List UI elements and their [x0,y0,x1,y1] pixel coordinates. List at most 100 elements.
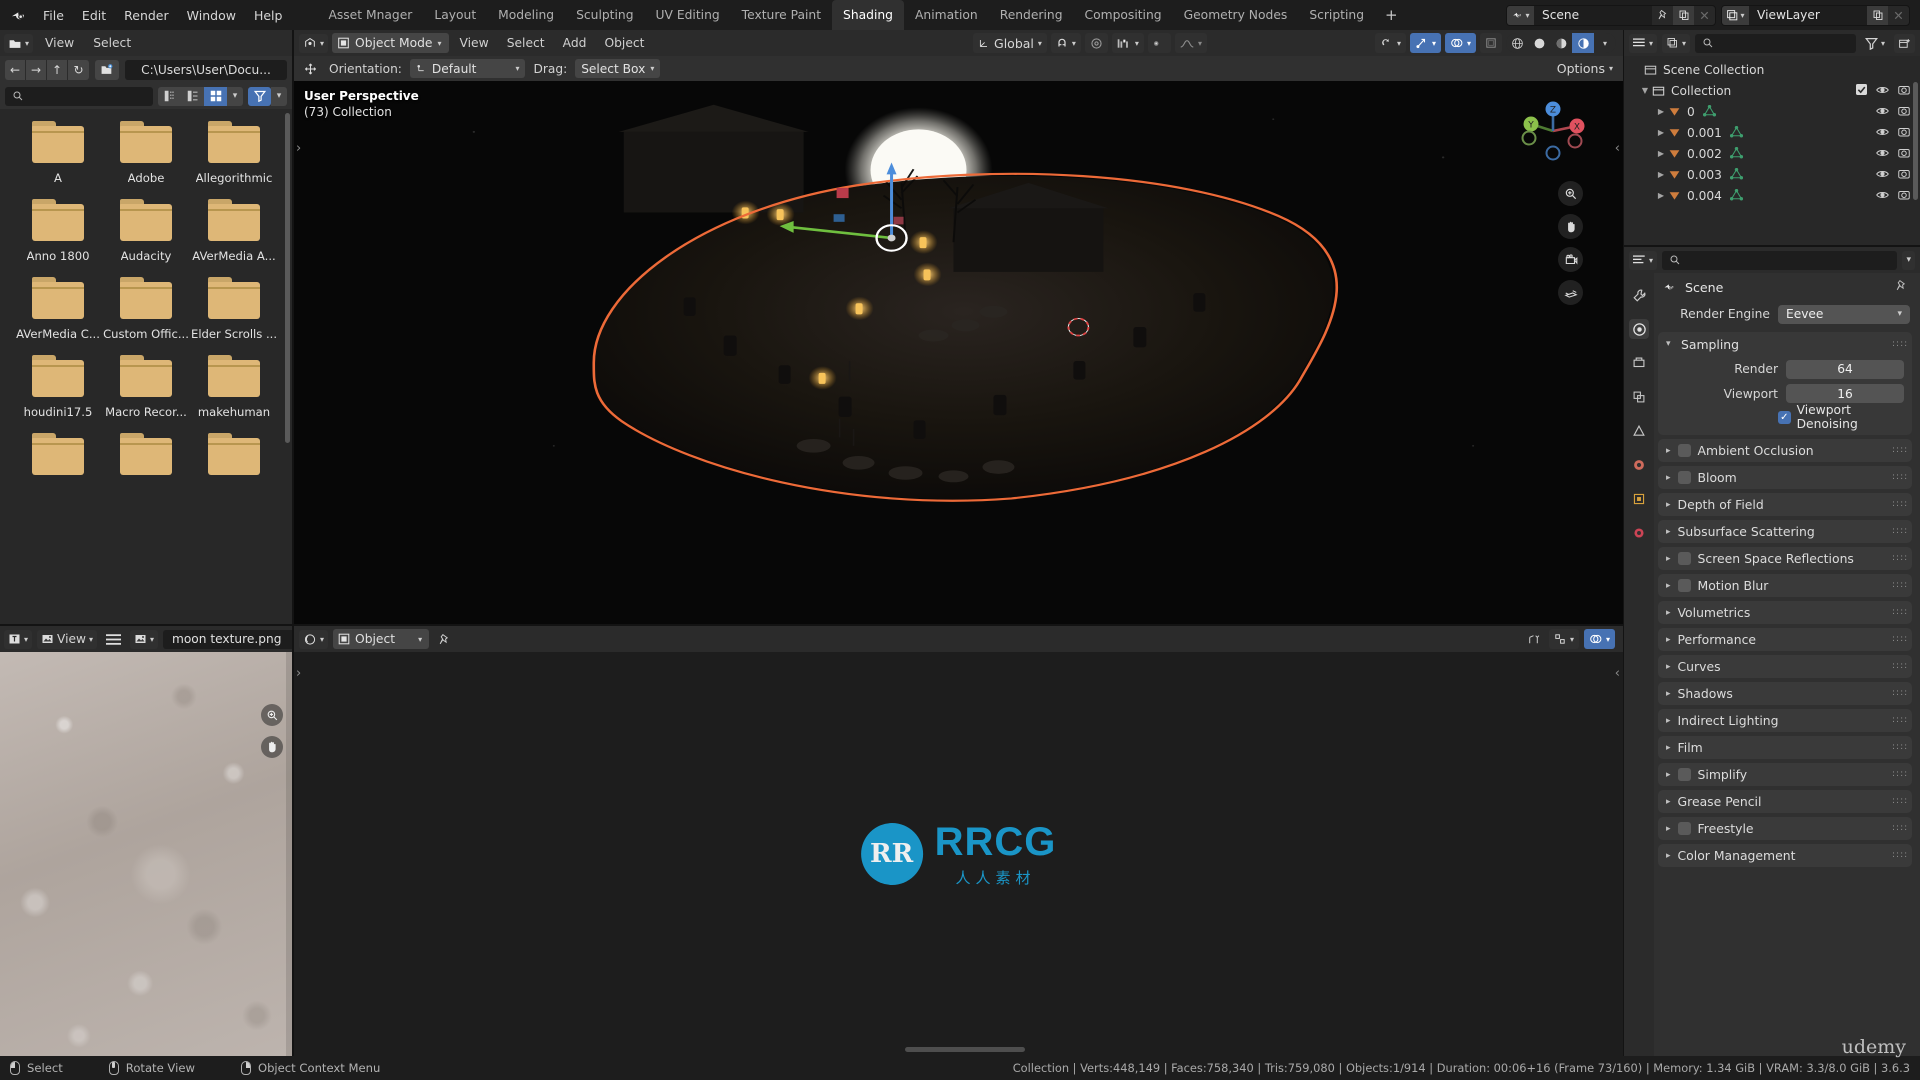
workspace-tab-shading[interactable]: Shading [832,0,904,30]
viewport-options-button[interactable]: Options ▾ [1557,61,1617,76]
file-search-input[interactable] [5,86,153,106]
properties-search-input[interactable] [1662,250,1898,270]
image-view-mode-button[interactable]: View ▾ [37,629,97,649]
filter-icon[interactable] [248,86,271,106]
viewport-left-panel-toggle[interactable]: › [296,141,301,156]
scene-selector[interactable]: ▾ Scene ✕ [1506,4,1716,26]
panel-depth-of-field[interactable]: ▸ Depth of Field :::: [1658,493,1912,516]
shader-right-panel-toggle[interactable]: ‹ [1615,666,1620,681]
panel-ambient-occlusion[interactable]: ▸ Ambient Occlusion :::: [1658,439,1912,462]
close-icon[interactable]: ✕ [1694,6,1715,25]
mesh-data-icon[interactable] [1702,105,1716,118]
outliner-display-mode-button[interactable]: ▾ [1662,33,1691,53]
mesh-data-icon[interactable] [1729,168,1743,181]
workspace-tab-animation[interactable]: Animation [904,0,989,30]
filter-icon[interactable]: ▾ [1861,34,1889,53]
outliner-row-object-0[interactable]: ▶ 0 [1624,101,1920,122]
panel-performance[interactable]: ▸ Performance :::: [1658,628,1912,651]
panel-volumetrics[interactable]: ▸ Volumetrics :::: [1658,601,1912,624]
properties-tab-material[interactable] [1629,523,1649,543]
panel-motion-blur[interactable]: ▸ Motion Blur :::: [1658,574,1912,597]
menu-icon[interactable] [102,630,125,649]
drag-handle-icon[interactable]: :::: [1892,554,1907,563]
mesh-data-icon[interactable] [1729,189,1743,202]
drag-dropdown[interactable]: Select Box ▾ [575,59,661,78]
shading-material-preview-icon[interactable] [1550,33,1572,53]
expander[interactable]: ▶ [1654,128,1668,137]
workspace-tab-scripting[interactable]: Scripting [1298,0,1375,30]
workspace-tab-sculpting[interactable]: Sculpting [565,0,644,30]
checkbox-icon[interactable] [1677,822,1691,835]
zoom-icon[interactable] [1558,181,1583,206]
visibility-eye-icon[interactable] [1876,105,1889,119]
workspace-tab-texture-paint[interactable]: Texture Paint [731,0,832,30]
xray-icon[interactable] [1480,33,1502,53]
file-item[interactable]: Custom Offic... [102,277,190,341]
drag-handle-icon[interactable]: :::: [1892,527,1907,536]
display-mode-vertical-list-icon[interactable] [158,86,181,106]
properties-tab-world[interactable] [1629,455,1649,475]
drag-handle-icon[interactable]: :::: [1892,689,1907,698]
panel-curves[interactable]: ▸ Curves :::: [1658,655,1912,678]
snap-icon[interactable] [1523,630,1544,649]
panel-simplify[interactable]: ▸ Simplify :::: [1658,763,1912,786]
file-path-input[interactable]: C:\Users\User\Docu... [125,59,287,80]
expander[interactable]: ▶ [1654,191,1668,200]
menu-window[interactable]: Window [178,5,245,26]
checkbox-icon[interactable] [1677,444,1691,457]
overlays-icon[interactable]: ▾ [1583,629,1615,649]
viewport-menu-add[interactable]: Add [556,36,594,50]
blender-logo-icon[interactable] [6,4,28,26]
navigation-gizmo[interactable]: X Y Z [1517,95,1589,167]
3d-viewport[interactable]: User Perspective (73) Collection › ‹ X Y… [294,81,1623,624]
render-camera-icon[interactable] [1898,147,1910,161]
transform-orientation-dropdown[interactable]: Global ▾ [973,33,1047,53]
falloff-shape-icon[interactable]: ▾ [1174,33,1207,53]
add-workspace-button[interactable]: + [1375,2,1408,28]
workspace-tab-asset-manager[interactable]: Asset Mnager [317,0,423,30]
browse-image-icon[interactable]: ▾ [129,629,158,649]
checkbox-icon[interactable]: ✓ [1778,410,1791,424]
expander[interactable]: ▶ [1654,107,1668,116]
shader-left-panel-toggle[interactable]: › [296,666,301,681]
shader-node-canvas[interactable]: › ‹ RR RRCG 人人素材 [294,652,1623,1056]
file-item[interactable]: AVerMedia A... [190,199,278,263]
outliner-editor-type-button[interactable]: ▾ [1629,33,1658,53]
checkbox-icon[interactable] [1677,471,1691,484]
outliner-tree[interactable]: Scene Collection ▼ Collection ▶ 0 ▶ 0.00… [1624,56,1920,245]
proportional-edit-icon[interactable] [1084,33,1108,53]
image-name-field[interactable]: moon texture.png [162,629,313,649]
new-collection-icon[interactable] [1894,33,1915,53]
shading-solid-icon[interactable] [1528,33,1550,53]
interaction-mode-dropdown[interactable]: Object Mode ▾ [332,33,449,53]
pin-icon[interactable] [1652,6,1673,25]
file-item[interactable]: Anno 1800 [14,199,102,263]
workspace-tab-compositing[interactable]: Compositing [1074,0,1173,30]
pin-icon[interactable] [434,630,455,649]
close-icon[interactable]: ✕ [1888,6,1909,25]
file-item[interactable]: AVerMedia C... [14,277,102,341]
panel-shadows[interactable]: ▸ Shadows :::: [1658,682,1912,705]
panel-grease-pencil[interactable]: ▸ Grease Pencil :::: [1658,790,1912,813]
drag-handle-icon[interactable]: :::: [1892,581,1907,590]
render-camera-icon[interactable] [1898,84,1910,98]
orientation-dropdown[interactable]: Default ▾ [409,59,526,78]
proportional-falloff-dropdown[interactable]: ▾ [1111,33,1144,53]
viewport-menu-select[interactable]: Select [500,36,552,50]
file-item[interactable]: Adobe [102,121,190,185]
workspace-tab-rendering[interactable]: Rendering [989,0,1074,30]
sampling-viewport-input[interactable]: 16 [1786,384,1904,403]
file-item[interactable]: Allegorithmic [190,121,278,185]
image-editor-canvas[interactable] [0,652,292,1056]
expander[interactable]: ▶ [1654,149,1668,158]
falloff-curve-icon[interactable] [1147,33,1171,53]
menu-help[interactable]: Help [245,5,292,26]
nav-refresh-button[interactable]: ↻ [68,60,89,80]
workspace-tab-modeling[interactable]: Modeling [487,0,565,30]
drag-handle-icon[interactable]: :::: [1892,770,1907,779]
duplicate-icon[interactable] [1673,5,1694,25]
file-item[interactable] [102,433,190,475]
visibility-icon[interactable]: ▾ [1374,33,1406,53]
shading-wireframe-icon[interactable] [1506,33,1528,53]
active-tool-icon[interactable] [300,62,321,76]
